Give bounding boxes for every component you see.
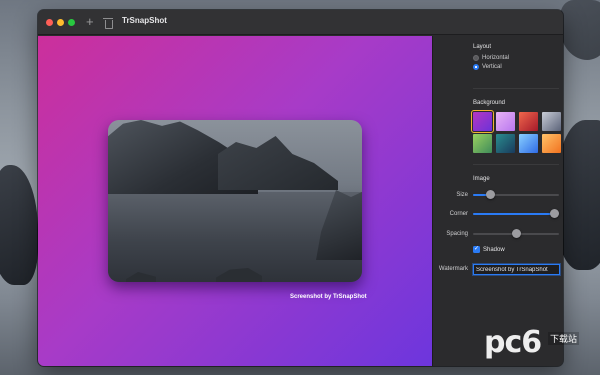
swatch-teal-gradient[interactable]: [496, 134, 515, 153]
slider-knob[interactable]: [550, 209, 560, 218]
corner-label: Corner: [449, 211, 468, 217]
layout-horizontal-option[interactable]: Horizontal: [473, 55, 509, 61]
maximize-window-button[interactable]: [68, 19, 75, 26]
swatch-lavender-gradient[interactable]: [496, 112, 515, 131]
spacing-slider[interactable]: [473, 229, 559, 239]
watermark-label: Screenshot by TrSnapShot: [290, 294, 367, 300]
shadow-checkbox[interactable]: ✓: [473, 246, 480, 253]
slider-knob[interactable]: [511, 229, 521, 238]
settings-panel: Layout Horizontal Vertical Background Im…: [432, 36, 563, 366]
layout-section-title: Layout: [473, 44, 492, 50]
plus-icon[interactable]: +: [86, 15, 94, 29]
radio-label: Horizontal: [482, 55, 510, 61]
spacing-label: Spacing: [446, 231, 468, 237]
image-section-title: Image: [473, 176, 490, 182]
minimize-window-button[interactable]: [57, 19, 64, 26]
swatch-blue-gradient[interactable]: [519, 134, 538, 153]
preview-canvas: Screenshot by TrSnapShot: [38, 36, 432, 366]
background-section-title: Background: [473, 100, 506, 106]
shadow-checkbox-row[interactable]: ✓ Shadow: [473, 246, 505, 253]
site-watermark-sub: 下载站: [548, 332, 580, 345]
slider-knob[interactable]: [485, 190, 495, 199]
radio-button[interactable]: [473, 64, 479, 70]
site-watermark-logo: pc6: [484, 325, 542, 360]
corner-slider[interactable]: [473, 209, 560, 219]
radio-button[interactable]: [473, 55, 479, 61]
screenshot-preview: [108, 120, 362, 282]
desktop-rock: [560, 0, 600, 60]
watermark-field-label: Watermark: [438, 266, 468, 272]
swatch-purple-gradient[interactable]: [471, 110, 494, 133]
swatch-grey-gradient[interactable]: [542, 112, 561, 131]
size-slider[interactable]: [473, 190, 559, 200]
app-window: + TrSnapShot Screenshot by TrSnapShot La…: [38, 10, 563, 366]
rock-shape: [218, 136, 338, 190]
shadow-label: Shadow: [483, 246, 505, 253]
divider: [473, 88, 559, 89]
trash-icon[interactable]: [103, 18, 113, 29]
layout-vertical-option[interactable]: Vertical: [473, 64, 502, 70]
background-swatches: [471, 110, 561, 153]
radio-label: Vertical: [482, 64, 502, 70]
size-label: Size: [456, 192, 468, 198]
window-title: TrSnapShot: [122, 16, 167, 25]
swatch-orange-gradient[interactable]: [542, 134, 561, 153]
slider-fill: [473, 213, 555, 215]
swatch-red-gradient[interactable]: [519, 112, 538, 131]
title-bar: + TrSnapShot: [38, 10, 563, 35]
divider: [473, 164, 559, 165]
watermark-input[interactable]: [473, 264, 560, 275]
desktop-rock: [0, 165, 38, 285]
close-window-button[interactable]: [46, 19, 53, 26]
swatch-green-gradient[interactable]: [473, 134, 492, 153]
